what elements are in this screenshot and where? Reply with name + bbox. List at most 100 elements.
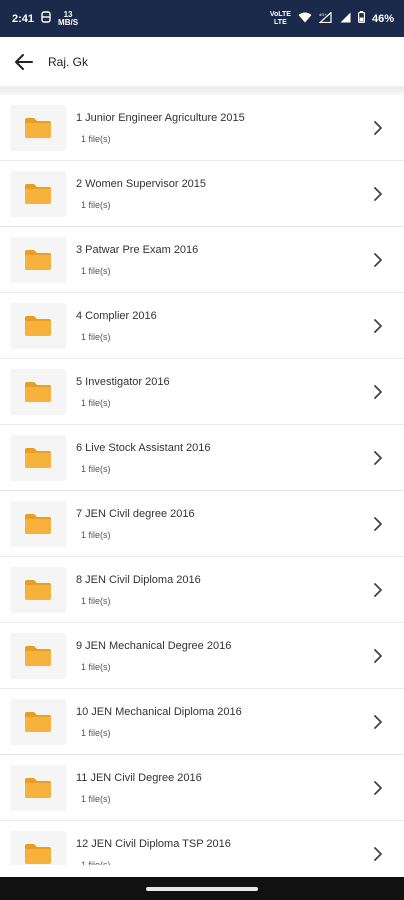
list-item[interactable]: 5 Investigator 2016 1 file(s): [0, 359, 404, 425]
item-file-count: 1 file(s): [81, 265, 111, 276]
chevron-right-icon: [366, 384, 390, 400]
item-file-count: 1 file(s): [81, 463, 111, 474]
list-item[interactable]: 3 Patwar Pre Exam 2016 1 file(s): [0, 227, 404, 293]
chevron-right-icon: [366, 846, 390, 862]
folder-thumbnail: [10, 104, 66, 151]
bottom-spacer: [0, 865, 404, 877]
list-item[interactable]: 12 JEN Civil Diploma TSP 2016 1 file(s): [0, 821, 404, 865]
folder-thumbnail: [10, 566, 66, 613]
status-bar: 2:41 13 MB/S VoLTE LTE 4G+ 46%: [0, 0, 404, 37]
item-text: 3 Patwar Pre Exam 2016 1 file(s): [76, 244, 366, 276]
item-title: 7 JEN Civil degree 2016: [76, 507, 195, 520]
folder-icon: [25, 447, 51, 468]
svg-text:4G+: 4G+: [319, 12, 327, 17]
list-item[interactable]: 1 Junior Engineer Agriculture 2015 1 fil…: [0, 95, 404, 161]
system-nav-bar: [0, 877, 404, 900]
folder-thumbnail: [10, 830, 66, 865]
item-text: 10 JEN Mechanical Diploma 2016 1 file(s): [76, 706, 366, 738]
battery-icon: [357, 10, 365, 28]
item-file-count: 1 file(s): [81, 793, 111, 804]
item-file-count: 1 file(s): [81, 199, 111, 210]
item-title: 12 JEN Civil Diploma TSP 2016: [76, 837, 231, 850]
item-title: 10 JEN Mechanical Diploma 2016: [76, 705, 242, 718]
list-item[interactable]: 7 JEN Civil degree 2016 1 file(s): [0, 491, 404, 557]
folder-icon: [25, 315, 51, 336]
folder-icon: [25, 513, 51, 534]
signal-lte-icon: 4G+: [318, 10, 333, 28]
folder-thumbnail: [10, 170, 66, 217]
list-item[interactable]: 8 JEN Civil Diploma 2016 1 file(s): [0, 557, 404, 623]
item-text: 12 JEN Civil Diploma TSP 2016 1 file(s): [76, 838, 366, 866]
folder-thumbnail: [10, 764, 66, 811]
home-gesture-bar[interactable]: [146, 886, 258, 891]
wifi-icon: [298, 10, 312, 28]
list-item[interactable]: 9 JEN Mechanical Degree 2016 1 file(s): [0, 623, 404, 689]
item-file-count: 1 file(s): [81, 727, 111, 738]
item-title: 9 JEN Mechanical Degree 2016: [76, 639, 232, 652]
data-speed-indicator: 13 MB/S: [58, 9, 79, 27]
item-file-count: 1 file(s): [81, 661, 111, 672]
chevron-right-icon: [366, 648, 390, 664]
arrow-left-icon: [15, 53, 33, 70]
chevron-right-icon: [366, 120, 390, 136]
item-text: 6 Live Stock Assistant 2016 1 file(s): [76, 442, 366, 474]
item-text: 8 JEN Civil Diploma 2016 1 file(s): [76, 574, 366, 606]
folder-thumbnail: [10, 500, 66, 547]
folder-icon: [25, 843, 51, 864]
chevron-right-icon: [366, 450, 390, 466]
item-title: 5 Investigator 2016: [76, 375, 170, 388]
battery-level: 46%: [371, 12, 394, 25]
app-notification-icon: [41, 10, 51, 28]
list-item[interactable]: 10 JEN Mechanical Diploma 2016 1 file(s): [0, 689, 404, 755]
folder-icon: [25, 645, 51, 666]
item-title: 3 Patwar Pre Exam 2016: [76, 243, 199, 256]
item-file-count: 1 file(s): [81, 331, 111, 342]
back-button[interactable]: [0, 37, 48, 87]
status-right: VoLTE LTE 4G+ 46%: [270, 10, 394, 28]
folder-thumbnail: [10, 434, 66, 481]
item-title: 6 Live Stock Assistant 2016: [76, 441, 211, 454]
item-file-count: 1 file(s): [81, 595, 111, 606]
signal-icon: [340, 10, 351, 28]
item-title: 8 JEN Civil Diploma 2016: [76, 573, 201, 586]
chevron-right-icon: [366, 252, 390, 268]
list-item[interactable]: 6 Live Stock Assistant 2016 1 file(s): [0, 425, 404, 491]
folder-icon: [25, 777, 51, 798]
folder-icon: [25, 249, 51, 270]
folder-icon: [25, 579, 51, 600]
folder-icon: [25, 711, 51, 732]
item-text: 4 Complier 2016 1 file(s): [76, 310, 366, 342]
folder-thumbnail: [10, 368, 66, 415]
folder-thumbnail: [10, 236, 66, 283]
page-title: Raj. Gk: [48, 54, 89, 69]
list-item[interactable]: 2 Women Supervisor 2015 1 file(s): [0, 161, 404, 227]
folder-thumbnail: [10, 632, 66, 679]
list-item[interactable]: 11 JEN Civil Degree 2016 1 file(s): [0, 755, 404, 821]
divider: [0, 87, 404, 95]
item-file-count: 1 file(s): [81, 529, 111, 540]
app-bar: Raj. Gk: [0, 37, 404, 87]
folder-icon: [25, 117, 51, 138]
folder-icon: [25, 381, 51, 402]
item-title: 2 Women Supervisor 2015: [76, 177, 207, 190]
status-time: 2:41: [12, 12, 35, 25]
item-title: 11 JEN Civil Degree 2016: [76, 771, 202, 784]
folder-thumbnail: [10, 698, 66, 745]
chevron-right-icon: [366, 318, 390, 334]
list-item[interactable]: 4 Complier 2016 1 file(s): [0, 293, 404, 359]
folder-list[interactable]: 1 Junior Engineer Agriculture 2015 1 fil…: [0, 95, 404, 865]
item-title: 1 Junior Engineer Agriculture 2015: [76, 111, 245, 124]
status-left: 2:41 13 MB/S: [12, 10, 78, 28]
chevron-right-icon: [366, 780, 390, 796]
folder-icon: [25, 183, 51, 204]
item-text: 11 JEN Civil Degree 2016 1 file(s): [76, 772, 366, 804]
chevron-right-icon: [366, 516, 390, 532]
item-text: 1 Junior Engineer Agriculture 2015 1 fil…: [76, 112, 366, 144]
chevron-right-icon: [366, 186, 390, 202]
item-file-count: 1 file(s): [81, 133, 111, 144]
item-text: 9 JEN Mechanical Degree 2016 1 file(s): [76, 640, 366, 672]
item-text: 5 Investigator 2016 1 file(s): [76, 376, 366, 408]
item-file-count: 1 file(s): [81, 397, 111, 408]
chevron-right-icon: [366, 582, 390, 598]
item-text: 2 Women Supervisor 2015 1 file(s): [76, 178, 366, 210]
